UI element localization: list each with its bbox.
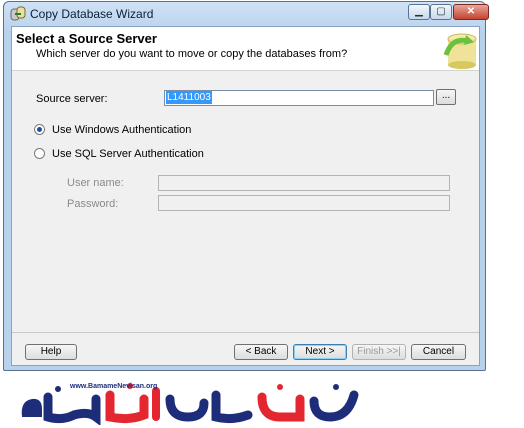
- site-url: www.BamameNevisan.org: [70, 383, 158, 390]
- username-field[interactable]: [158, 175, 450, 191]
- close-button[interactable]: ✕: [453, 4, 489, 20]
- browse-server-button[interactable]: ...: [436, 89, 456, 105]
- footer-divider: [12, 332, 479, 333]
- source-server-input[interactable]: L1411003: [164, 90, 434, 106]
- page-title: Select a Source Server: [16, 31, 157, 46]
- minimize-icon: ▁: [415, 6, 423, 17]
- page-subtitle: Which server do you want to move or copy…: [36, 48, 348, 60]
- finish-button[interactable]: Finish >>|: [352, 344, 406, 360]
- sql-auth-label[interactable]: Use SQL Server Authentication: [52, 148, 204, 160]
- close-icon: ✕: [466, 6, 476, 17]
- wizard-client-area: Select a Source Server Which server do y…: [11, 26, 480, 366]
- source-server-label: Source server:: [36, 93, 108, 105]
- password-field[interactable]: [158, 195, 450, 211]
- minimize-button[interactable]: ▁: [408, 4, 430, 20]
- help-button[interactable]: Help: [25, 344, 77, 360]
- sql-auth-radio[interactable]: [34, 148, 45, 159]
- title-bar[interactable]: Copy Database Wizard ▁ ▢ ✕: [4, 2, 489, 26]
- next-button[interactable]: Next >: [293, 344, 347, 360]
- windows-auth-radio[interactable]: [34, 124, 45, 135]
- back-button[interactable]: < Back: [234, 344, 288, 360]
- windows-auth-label[interactable]: Use Windows Authentication: [52, 124, 191, 136]
- maximize-icon: ▢: [436, 6, 446, 17]
- wizard-header: Select a Source Server Which server do y…: [12, 27, 479, 71]
- password-label: Password:: [67, 198, 119, 210]
- database-wizard-icon: [443, 33, 477, 69]
- window-title: Copy Database Wizard: [30, 7, 154, 21]
- cancel-button[interactable]: Cancel: [411, 344, 466, 360]
- username-label: User name:: [67, 177, 124, 189]
- wizard-window: Copy Database Wizard ▁ ▢ ✕ Select a Sour…: [3, 1, 489, 371]
- source-server-value: L1411003: [166, 91, 212, 104]
- copy-database-app-icon: [10, 6, 26, 21]
- maximize-button[interactable]: ▢: [430, 4, 452, 20]
